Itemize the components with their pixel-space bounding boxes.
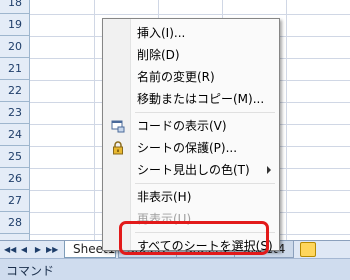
row-header[interactable]: 18 [0, 0, 30, 14]
menu-item-label: シートの保護(P)... [137, 141, 238, 155]
highlight-annotation [119, 221, 269, 255]
menu-item-delete[interactable]: 削除(D) [103, 44, 279, 66]
row-header[interactable]: 23 [0, 102, 30, 124]
menu-item-move-copy[interactable]: 移動またはコピー(M)... [103, 88, 279, 110]
menu-item-label: 非表示(H) [137, 190, 192, 204]
next-sheet-icon[interactable]: ▶ [32, 244, 44, 256]
status-mode: コマンド [6, 264, 55, 278]
grid-line [286, 0, 287, 240]
menu-item-label: 挿入(I)... [137, 26, 186, 40]
row-header[interactable]: 26 [0, 168, 30, 190]
menu-item-label: シート見出しの色(T) [137, 163, 250, 177]
submenu-arrow-icon [267, 166, 271, 174]
menu-item-hide[interactable]: 非表示(H) [103, 186, 279, 208]
row-header[interactable]: 24 [0, 124, 30, 146]
menu-item-view-code[interactable]: コードの表示(V) [103, 115, 279, 137]
row-header[interactable]: 21 [0, 58, 30, 80]
menu-item-label: 名前の変更(R) [137, 70, 215, 84]
lock-icon [111, 141, 125, 155]
row-headers: 18 19 20 21 22 23 24 25 26 27 28 29 [0, 0, 30, 256]
status-bar: コマンド [0, 258, 350, 280]
menu-item-tab-color[interactable]: シート見出しの色(T) [103, 159, 279, 181]
last-sheet-icon[interactable]: ▶▶ [46, 244, 58, 256]
sheet-tab-context-menu: 挿入(I)... 削除(D) 名前の変更(R) 移動またはコピー(M)... コ… [102, 18, 280, 253]
prev-sheet-icon[interactable]: ◀ [18, 244, 30, 256]
insert-sheet-icon[interactable] [300, 242, 316, 257]
grid-line [94, 0, 95, 240]
row-header[interactable]: 28 [0, 212, 30, 234]
menu-item-insert[interactable]: 挿入(I)... [103, 22, 279, 44]
menu-separator [135, 183, 275, 184]
row-header[interactable]: 22 [0, 80, 30, 102]
row-header[interactable]: 25 [0, 146, 30, 168]
menu-item-label: コードの表示(V) [137, 119, 227, 133]
menu-item-label: 移動またはコピー(M)... [137, 92, 265, 106]
menu-item-label: 削除(D) [137, 48, 180, 62]
menu-item-rename[interactable]: 名前の変更(R) [103, 66, 279, 88]
grid-line [30, 14, 350, 15]
menu-separator [135, 112, 275, 113]
row-header[interactable]: 27 [0, 190, 30, 212]
code-view-icon [111, 119, 125, 133]
menu-item-protect-sheet[interactable]: シートの保護(P)... [103, 137, 279, 159]
row-header[interactable]: 20 [0, 36, 30, 58]
row-header[interactable]: 19 [0, 14, 30, 36]
first-sheet-icon[interactable]: ◀◀ [4, 244, 16, 256]
